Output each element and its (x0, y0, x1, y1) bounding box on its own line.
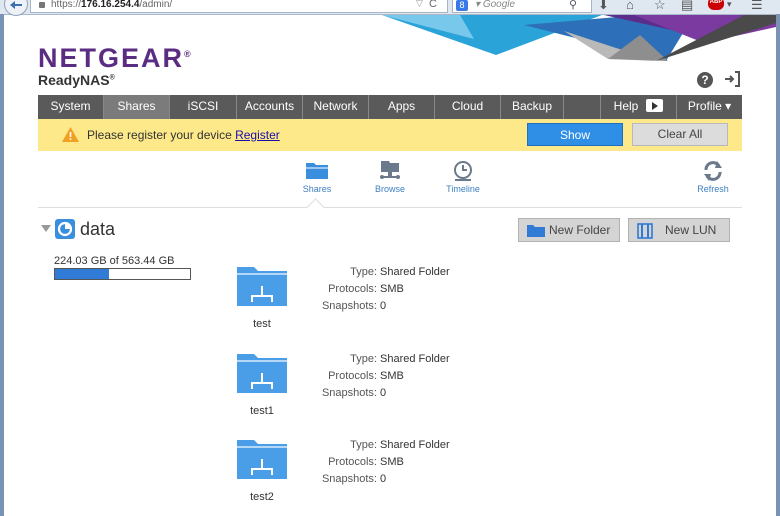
main-nav: System Shares iSCSI Accounts Network App… (38, 95, 742, 119)
toolbar-timeline[interactable]: Timeline (444, 160, 482, 194)
url-bar[interactable]: https://176.16.254.4/admin/ ▽ C (30, 0, 448, 13)
window-border-right (776, 14, 780, 516)
share-properties: Type: Shared Folder Protocols: SMB Snapsho… (321, 353, 450, 399)
share-name: test (253, 318, 271, 330)
toolbar-divider (38, 207, 742, 208)
brand-logo: NETGEAR® (38, 43, 191, 73)
toolbar-shares[interactable]: Shares (300, 160, 334, 194)
clear-all-button[interactable]: Clear All (632, 123, 728, 146)
toolbar-browse[interactable]: Browse (372, 160, 408, 194)
search-engine-icon[interactable]: 8 (456, 0, 468, 11)
url-dropdown-icon[interactable]: ▽ (416, 0, 423, 9)
register-banner: Please register your device Register Sho… (38, 119, 742, 151)
nav-spacer (564, 95, 601, 119)
menu-icon[interactable]: ☰ (751, 0, 763, 13)
bookmark-star-icon[interactable]: ☆ (654, 0, 666, 13)
clock-icon (454, 161, 472, 181)
share-item[interactable]: test2 Type: Shared Folder Protocols: SMB S… (236, 435, 576, 515)
url-text: https://176.16.254.4/admin/ (51, 0, 173, 10)
reading-list-icon[interactable]: ▤ (681, 0, 693, 13)
folder-icon (527, 225, 545, 237)
nav-network[interactable]: Network (303, 95, 369, 119)
reload-icon[interactable]: C (429, 0, 437, 10)
capacity-bar-fill (55, 269, 109, 279)
capacity-text: 224.03 GB of 563.44 GB (54, 255, 175, 267)
shared-folder-icon (237, 267, 287, 306)
nav-system[interactable]: System (38, 95, 104, 119)
folder-icon (306, 163, 328, 179)
share-name: test1 (250, 405, 274, 417)
nav-iscsi[interactable]: iSCSI (170, 95, 237, 119)
new-folder-button[interactable]: New Folder (518, 218, 620, 242)
shared-folder-icon (237, 354, 287, 393)
adblock-dropdown-icon[interactable]: ▾ (727, 0, 732, 10)
browser-toolbar: https://176.16.254.4/admin/ ▽ C 8 ▾ Goog… (0, 0, 780, 16)
help-icon[interactable]: ? (697, 72, 713, 88)
back-button[interactable] (4, 0, 28, 16)
search-input[interactable]: ▾ Google (475, 0, 515, 10)
back-icon (10, 1, 22, 9)
logout-icon[interactable] (723, 70, 741, 91)
volume-icon (55, 219, 75, 239)
toolbar-refresh[interactable]: Refresh (695, 160, 731, 194)
search-icon[interactable]: ⚲ (569, 0, 577, 11)
browse-icon (380, 161, 400, 179)
download-icon[interactable]: ⬇ (598, 0, 609, 13)
banner-text: Please register your device Register (87, 128, 280, 142)
lun-icon (637, 223, 653, 239)
show-button[interactable]: Show (527, 123, 623, 146)
volume-name[interactable]: data (80, 219, 115, 240)
share-properties: Type: Shared Folder Protocols: SMB Snapsho… (321, 439, 450, 485)
nav-apps[interactable]: Apps (369, 95, 435, 119)
nav-backup[interactable]: Backup (501, 95, 564, 119)
product-name: ReadyNAS® (38, 72, 115, 88)
share-properties: Type: Shared Folder Protocols: SMB Snapsho… (321, 266, 450, 312)
collapse-toggle-icon[interactable] (41, 225, 51, 232)
active-tab-pointer (306, 198, 325, 217)
share-item[interactable]: test Type: Shared Folder Protocols: SMB Sn… (236, 262, 576, 342)
nav-accounts[interactable]: Accounts (237, 95, 303, 119)
video-play-icon (646, 99, 664, 112)
warning-icon (62, 127, 79, 142)
nav-help[interactable]: Help (601, 95, 677, 119)
nav-shares[interactable]: Shares (104, 95, 170, 119)
share-item[interactable]: test1 Type: Shared Folder Protocols: SMB S… (236, 349, 576, 429)
capacity-bar (54, 268, 191, 280)
shared-folder-icon (237, 440, 287, 479)
home-icon[interactable]: ⌂ (626, 0, 634, 12)
register-link[interactable]: Register (235, 128, 280, 142)
nav-profile[interactable]: Profile ▾ (677, 95, 742, 119)
adblock-icon[interactable]: ABP (708, 0, 724, 10)
search-bar[interactable]: 8 ▾ Google ⚲ (452, 0, 592, 13)
share-name: test2 (250, 491, 274, 503)
new-lun-button[interactable]: New LUN (628, 218, 730, 242)
nav-cloud[interactable]: Cloud (435, 95, 501, 119)
refresh-icon (704, 161, 722, 181)
lock-icon (39, 2, 45, 8)
